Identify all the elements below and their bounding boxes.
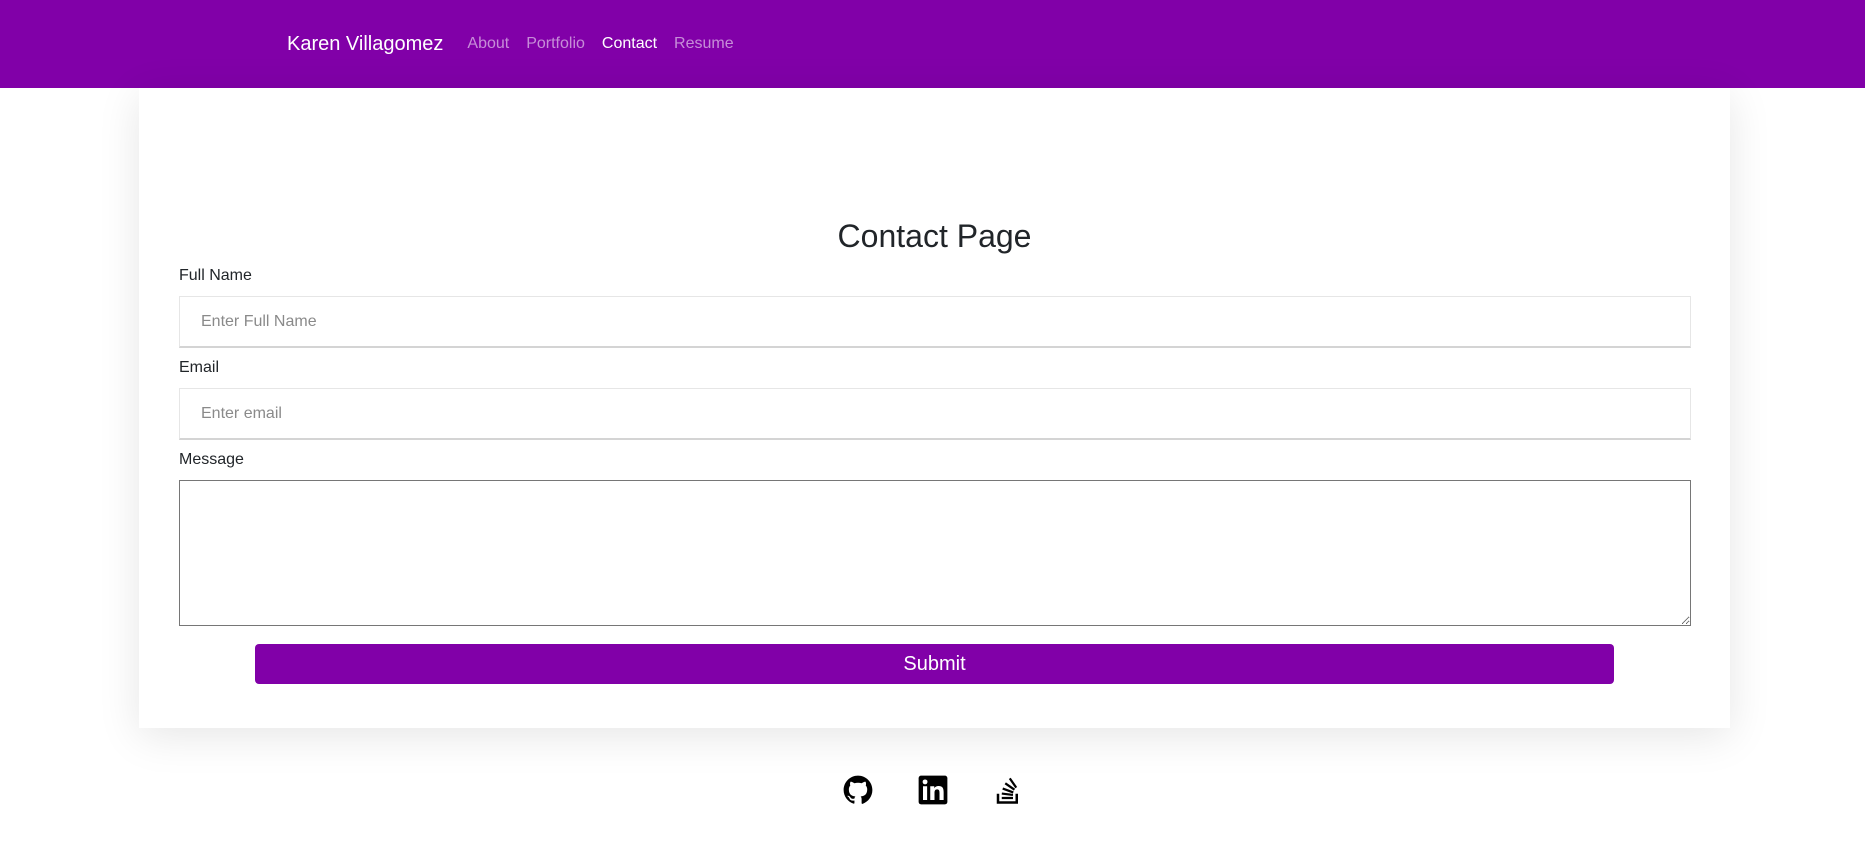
- email-label: Email: [179, 359, 220, 376]
- nav-link-resume[interactable]: Resume: [674, 35, 734, 53]
- linkedin-link[interactable]: [918, 775, 948, 805]
- top-navbar: Karen Villagomez About Portfolio Contact…: [0, 0, 1865, 88]
- full-name-input[interactable]: [179, 296, 1691, 348]
- linkedin-icon: [918, 775, 947, 805]
- email-input[interactable]: [179, 388, 1691, 440]
- brand-link[interactable]: Karen Villagomez: [287, 33, 443, 56]
- contact-card: Contact Page Full Name Email Message Sub…: [139, 88, 1730, 728]
- stackoverflow-icon: [996, 777, 1018, 804]
- nav-link-about[interactable]: About: [467, 35, 509, 53]
- stackoverflow-link[interactable]: [993, 775, 1023, 805]
- social-links: [0, 775, 1865, 805]
- message-label: Message: [179, 451, 244, 468]
- nav-link-contact[interactable]: Contact: [602, 35, 657, 53]
- message-textarea[interactable]: [179, 480, 1691, 626]
- full-name-label: Full Name: [179, 267, 252, 284]
- submit-button[interactable]: Submit: [255, 644, 1614, 684]
- page-title: Contact Page: [837, 218, 1032, 254]
- github-icon: [843, 775, 872, 804]
- github-link[interactable]: [843, 775, 873, 805]
- nav-link-portfolio[interactable]: Portfolio: [526, 35, 585, 53]
